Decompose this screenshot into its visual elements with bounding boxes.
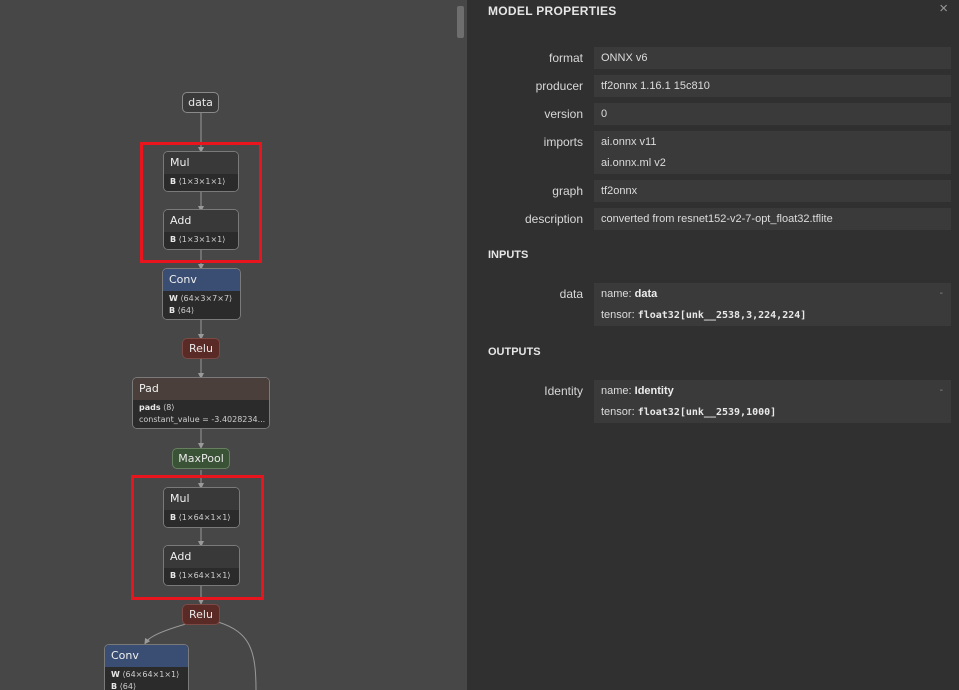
node-pad-pads-value: ⟨8⟩: [163, 403, 175, 412]
input-data-name-label: name:: [601, 288, 632, 300]
node-maxpool[interactable]: MaxPool: [172, 448, 230, 469]
graph-canvas[interactable]: data Mul B ⟨1×3×1×1⟩ Add B ⟨1×3×1×1⟩ Con…: [0, 0, 467, 690]
input-data-tensor-label: tensor:: [601, 309, 635, 321]
close-icon[interactable]: ×: [939, 0, 948, 17]
output-identity-tensor-row[interactable]: tensor: float32[unk__2539,1000]: [594, 401, 951, 423]
node-conv-1-b-value: ⟨64⟩: [177, 306, 195, 315]
output-identity-name-label: name:: [601, 385, 632, 397]
output-identity-name-value: Identity: [634, 385, 674, 397]
node-pad-op: Pad: [133, 378, 269, 400]
highlight-box-2: [131, 475, 264, 600]
model-properties-sidebar: MODEL PROPERTIES × format ONNX v6 produc…: [467, 0, 959, 690]
node-conv-2[interactable]: Conv W ⟨64×64×1×1⟩ B ⟨64⟩: [104, 644, 189, 690]
node-pad-pads-name: pads: [139, 403, 161, 412]
prop-name-imports: imports: [543, 135, 583, 149]
input-data-tensor-value: float32[unk__2538,3,224,224]: [637, 310, 807, 321]
scrollbar-thumb[interactable]: [457, 6, 464, 38]
input-data-name-row[interactable]: name: data -: [594, 283, 951, 305]
inputs-section-title: INPUTS: [488, 249, 529, 261]
node-conv-1[interactable]: Conv W ⟨64×3×7×7⟩ B ⟨64⟩: [162, 268, 241, 320]
prop-name-description: description: [524, 212, 583, 226]
node-conv-2-op: Conv: [105, 645, 188, 667]
node-relu-2[interactable]: Relu: [182, 604, 220, 625]
sidebar-title: MODEL PROPERTIES: [488, 4, 617, 18]
prop-name-format: format: [548, 51, 583, 65]
node-conv-2-b-name: B: [111, 682, 118, 690]
prop-value-description[interactable]: converted from resnet152-v2-7-opt_float3…: [594, 208, 951, 230]
prop-value-graph[interactable]: tf2onnx: [594, 180, 951, 202]
prop-name-graph: graph: [552, 184, 583, 198]
node-relu-1[interactable]: Relu: [182, 338, 220, 359]
prop-value-imports-2[interactable]: ai.onnx.ml v2: [594, 152, 951, 174]
output-identity-expand-icon[interactable]: -: [940, 380, 943, 402]
highlight-box-1: [140, 142, 262, 263]
prop-value-version[interactable]: 0: [594, 103, 951, 125]
node-conv-1-op: Conv: [163, 269, 240, 291]
node-conv-1-w-value: ⟨64×3×7×7⟩: [180, 294, 233, 303]
node-conv-1-w-name: W: [169, 294, 178, 303]
prop-name-version: version: [544, 107, 583, 121]
input-data-expand-icon[interactable]: -: [940, 283, 943, 305]
output-name-identity: Identity: [544, 384, 583, 398]
input-data-tensor-row[interactable]: tensor: float32[unk__2538,3,224,224]: [594, 304, 951, 326]
node-pad-constant-value: constant_value = -3.4028234...: [139, 415, 266, 424]
prop-value-producer[interactable]: tf2onnx 1.16.1 15c810: [594, 75, 951, 97]
graph-scrollbar[interactable]: [454, 0, 467, 690]
node-conv-2-w-value: ⟨64×64×1×1⟩: [122, 670, 180, 679]
node-conv-1-b-name: B: [169, 306, 176, 315]
input-name-data: data: [559, 287, 583, 301]
node-pad[interactable]: Pad pads ⟨8⟩ constant_value = -3.4028234…: [132, 377, 270, 429]
output-identity-tensor-value: float32[unk__2539,1000]: [637, 407, 777, 418]
output-identity-name-row[interactable]: name: Identity -: [594, 380, 951, 402]
output-identity-tensor-label: tensor:: [601, 406, 635, 418]
node-conv-2-w-name: W: [111, 670, 120, 679]
node-conv-2-b-value: ⟨64⟩: [119, 682, 137, 690]
input-data-name-value: data: [634, 288, 658, 300]
prop-value-imports-1[interactable]: ai.onnx v11: [594, 131, 951, 153]
prop-name-producer: producer: [535, 79, 583, 93]
outputs-section-title: OUTPUTS: [488, 346, 541, 358]
prop-value-format[interactable]: ONNX v6: [594, 47, 951, 69]
node-data[interactable]: data: [182, 92, 219, 113]
